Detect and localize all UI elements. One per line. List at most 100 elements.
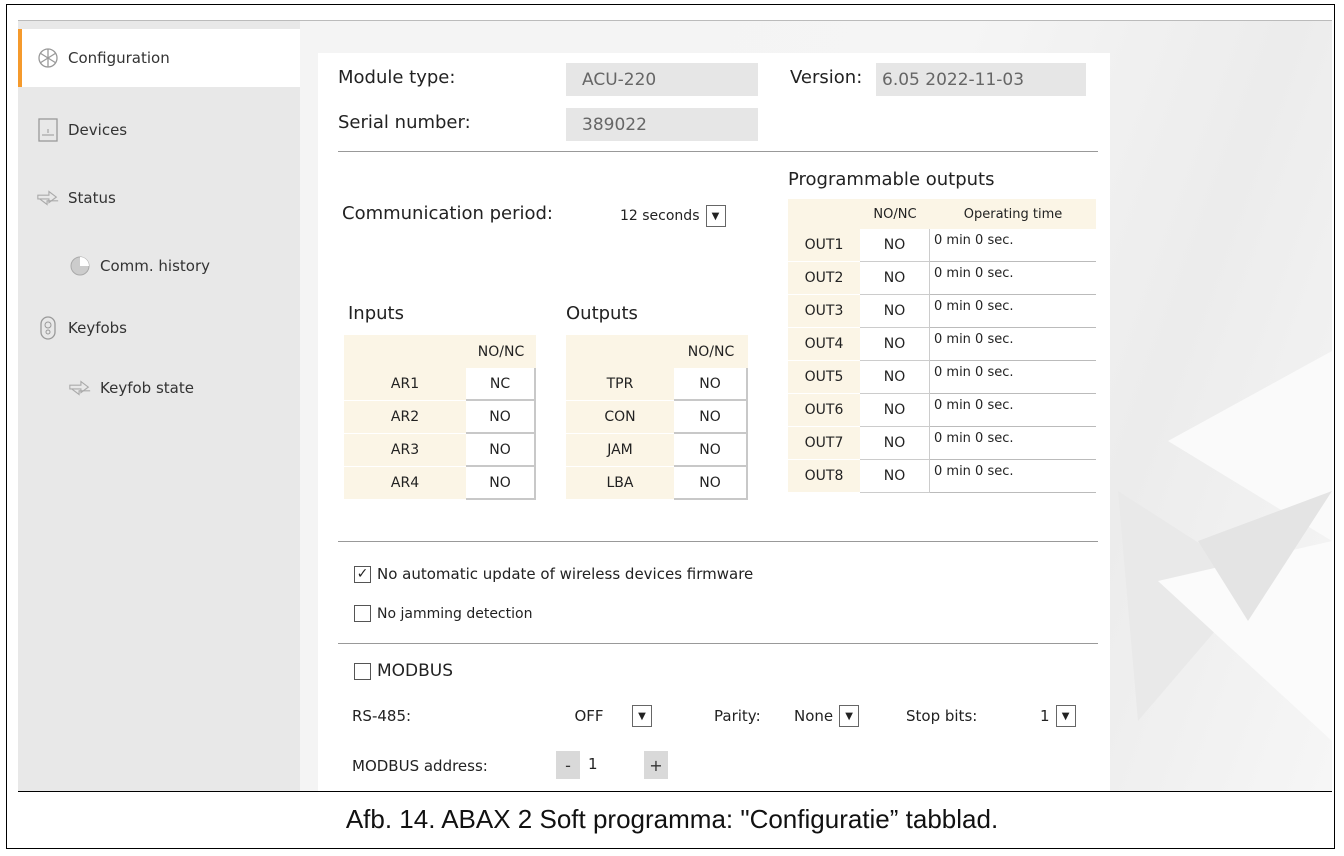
clock-icon <box>68 254 92 278</box>
rs485-value: OFF <box>574 707 604 725</box>
prog-output-value[interactable]: NO <box>860 262 930 295</box>
checkbox-empty-icon[interactable] <box>354 605 371 622</box>
modbus-address-value[interactable]: 1 <box>588 755 598 773</box>
prog-output-value[interactable]: NO <box>860 394 930 427</box>
sidebar-item-devices[interactable]: Devices <box>18 101 300 159</box>
input-name: AR2 <box>344 401 466 434</box>
output-name: TPR <box>566 368 674 401</box>
output-value[interactable]: NO <box>674 401 748 434</box>
prog-output-time[interactable]: 0 min 0 sec. <box>930 361 1096 394</box>
divider <box>338 643 1098 644</box>
checkmark-icon[interactable]: ✓ <box>354 565 371 583</box>
prog-output-value[interactable]: NO <box>860 361 930 394</box>
divider <box>338 541 1098 542</box>
outputs-title: Outputs <box>566 303 638 324</box>
sidebar-item-keyfobs[interactable]: Keyfobs <box>18 299 300 357</box>
parity-select[interactable]: None ▼ <box>794 703 860 729</box>
sidebar-item-label: Keyfobs <box>68 319 127 337</box>
prog-output-value[interactable]: NO <box>860 328 930 361</box>
prog-output-name: OUT7 <box>788 427 860 460</box>
input-name: AR4 <box>344 467 466 500</box>
output-name: LBA <box>566 467 674 500</box>
sidebar-item-label: Keyfob state <box>100 379 194 397</box>
checkbox-empty-icon[interactable] <box>354 662 371 680</box>
stop-bits-value: 1 <box>1040 707 1050 725</box>
modbus-checkbox[interactable]: MODBUS <box>354 661 453 681</box>
prog-output-time[interactable]: 0 min 0 sec. <box>930 328 1096 361</box>
prog-output-time[interactable]: 0 min 0 sec. <box>930 394 1096 427</box>
inputs-table: NO/NC AR1 NC AR2 NO AR3 NO AR4 NO <box>344 335 536 500</box>
prog-output-time[interactable]: 0 min 0 sec. <box>930 460 1096 493</box>
snowflake-icon <box>36 46 60 70</box>
no-jamming-checkbox[interactable]: No jamming detection <box>354 605 532 622</box>
configuration-panel: Module type: ACU-220 Version: 6.05 2022-… <box>318 53 1110 791</box>
app-window: Configuration Devices Status Comm. histo… <box>18 20 1332 792</box>
output-name: CON <box>566 401 674 434</box>
communication-period-select[interactable]: 12 seconds ▼ <box>620 203 726 229</box>
prog-output-time[interactable]: 0 min 0 sec. <box>930 262 1096 295</box>
input-value[interactable]: NC <box>466 368 536 401</box>
prog-output-name: OUT8 <box>788 460 860 493</box>
chevron-down-icon[interactable]: ▼ <box>632 705 652 727</box>
prog-output-value[interactable]: NO <box>860 460 930 493</box>
output-value[interactable]: NO <box>674 434 748 467</box>
prog-output-time[interactable]: 0 min 0 sec. <box>930 295 1096 328</box>
chevron-down-icon[interactable]: ▼ <box>1055 705 1076 727</box>
stop-bits-select[interactable]: 1 ▼ <box>1040 703 1076 729</box>
divider <box>338 151 1098 152</box>
sidebar: Configuration Devices Status Comm. histo… <box>18 21 300 791</box>
input-value[interactable]: NO <box>466 401 536 434</box>
increment-button[interactable]: + <box>644 751 668 779</box>
prog-header-time: Operating time <box>930 199 1096 229</box>
chevron-down-icon[interactable]: ▼ <box>839 705 860 727</box>
no-auto-update-checkbox[interactable]: ✓ No automatic update of wireless device… <box>354 565 753 583</box>
communication-period-value: 12 seconds <box>620 208 700 224</box>
sidebar-item-status[interactable]: Status <box>18 169 300 227</box>
outputs-header-nonc: NO/NC <box>674 335 748 368</box>
prog-output-value[interactable]: NO <box>860 427 930 460</box>
version-label: Version: <box>790 67 863 88</box>
rs485-select[interactable]: OFF ▼ <box>552 703 652 729</box>
output-name: JAM <box>566 434 674 467</box>
inputs-header-nonc: NO/NC <box>466 335 536 368</box>
prog-output-name: OUT5 <box>788 361 860 394</box>
module-type-field: ACU-220 <box>566 63 758 96</box>
prog-output-name: OUT1 <box>788 229 860 262</box>
sidebar-item-configuration[interactable]: Configuration <box>18 29 300 87</box>
serial-number-label: Serial number: <box>338 112 471 133</box>
decrement-button[interactable]: - <box>556 751 580 779</box>
output-value[interactable]: NO <box>674 467 748 500</box>
device-icon <box>36 118 60 142</box>
prog-output-name: OUT4 <box>788 328 860 361</box>
prog-output-value[interactable]: NO <box>860 229 930 262</box>
prog-output-name: OUT6 <box>788 394 860 427</box>
version-field: 6.05 2022-11-03 <box>876 63 1086 96</box>
outputs-table: NO/NC TPR NO CON NO JAM NO LBA NO <box>566 335 748 500</box>
sidebar-item-keyfob-state[interactable]: Keyfob state <box>18 359 300 417</box>
sidebar-item-label: Configuration <box>68 49 170 67</box>
no-jamming-label: No jamming detection <box>377 605 533 622</box>
output-value[interactable]: NO <box>674 368 748 401</box>
input-value[interactable]: NO <box>466 467 536 500</box>
arrows-icon <box>36 186 60 210</box>
prog-output-value[interactable]: NO <box>860 295 930 328</box>
parity-label: Parity: <box>714 707 761 725</box>
sidebar-item-label: Comm. history <box>100 257 211 275</box>
modbus-address-label: MODBUS address: <box>352 757 488 775</box>
inputs-title: Inputs <box>348 303 404 324</box>
programmable-outputs-title: Programmable outputs <box>788 169 995 190</box>
communication-period-label: Communication period: <box>342 203 553 224</box>
prog-output-time[interactable]: 0 min 0 sec. <box>930 229 1096 262</box>
no-auto-update-label: No automatic update of wireless devices … <box>377 565 754 583</box>
prog-output-time[interactable]: 0 min 0 sec. <box>930 427 1096 460</box>
input-value[interactable]: NO <box>466 434 536 467</box>
chevron-down-icon[interactable]: ▼ <box>705 205 726 227</box>
keyfob-icon <box>36 316 60 340</box>
stop-bits-label: Stop bits: <box>906 707 978 725</box>
prog-output-name: OUT3 <box>788 295 860 328</box>
input-name: AR3 <box>344 434 466 467</box>
programmable-outputs-table: NO/NC Operating time OUT1 NO 0 min 0 sec… <box>788 199 1096 493</box>
module-type-label: Module type: <box>338 67 456 88</box>
sidebar-item-comm-history[interactable]: Comm. history <box>18 237 300 295</box>
prog-output-name: OUT2 <box>788 262 860 295</box>
